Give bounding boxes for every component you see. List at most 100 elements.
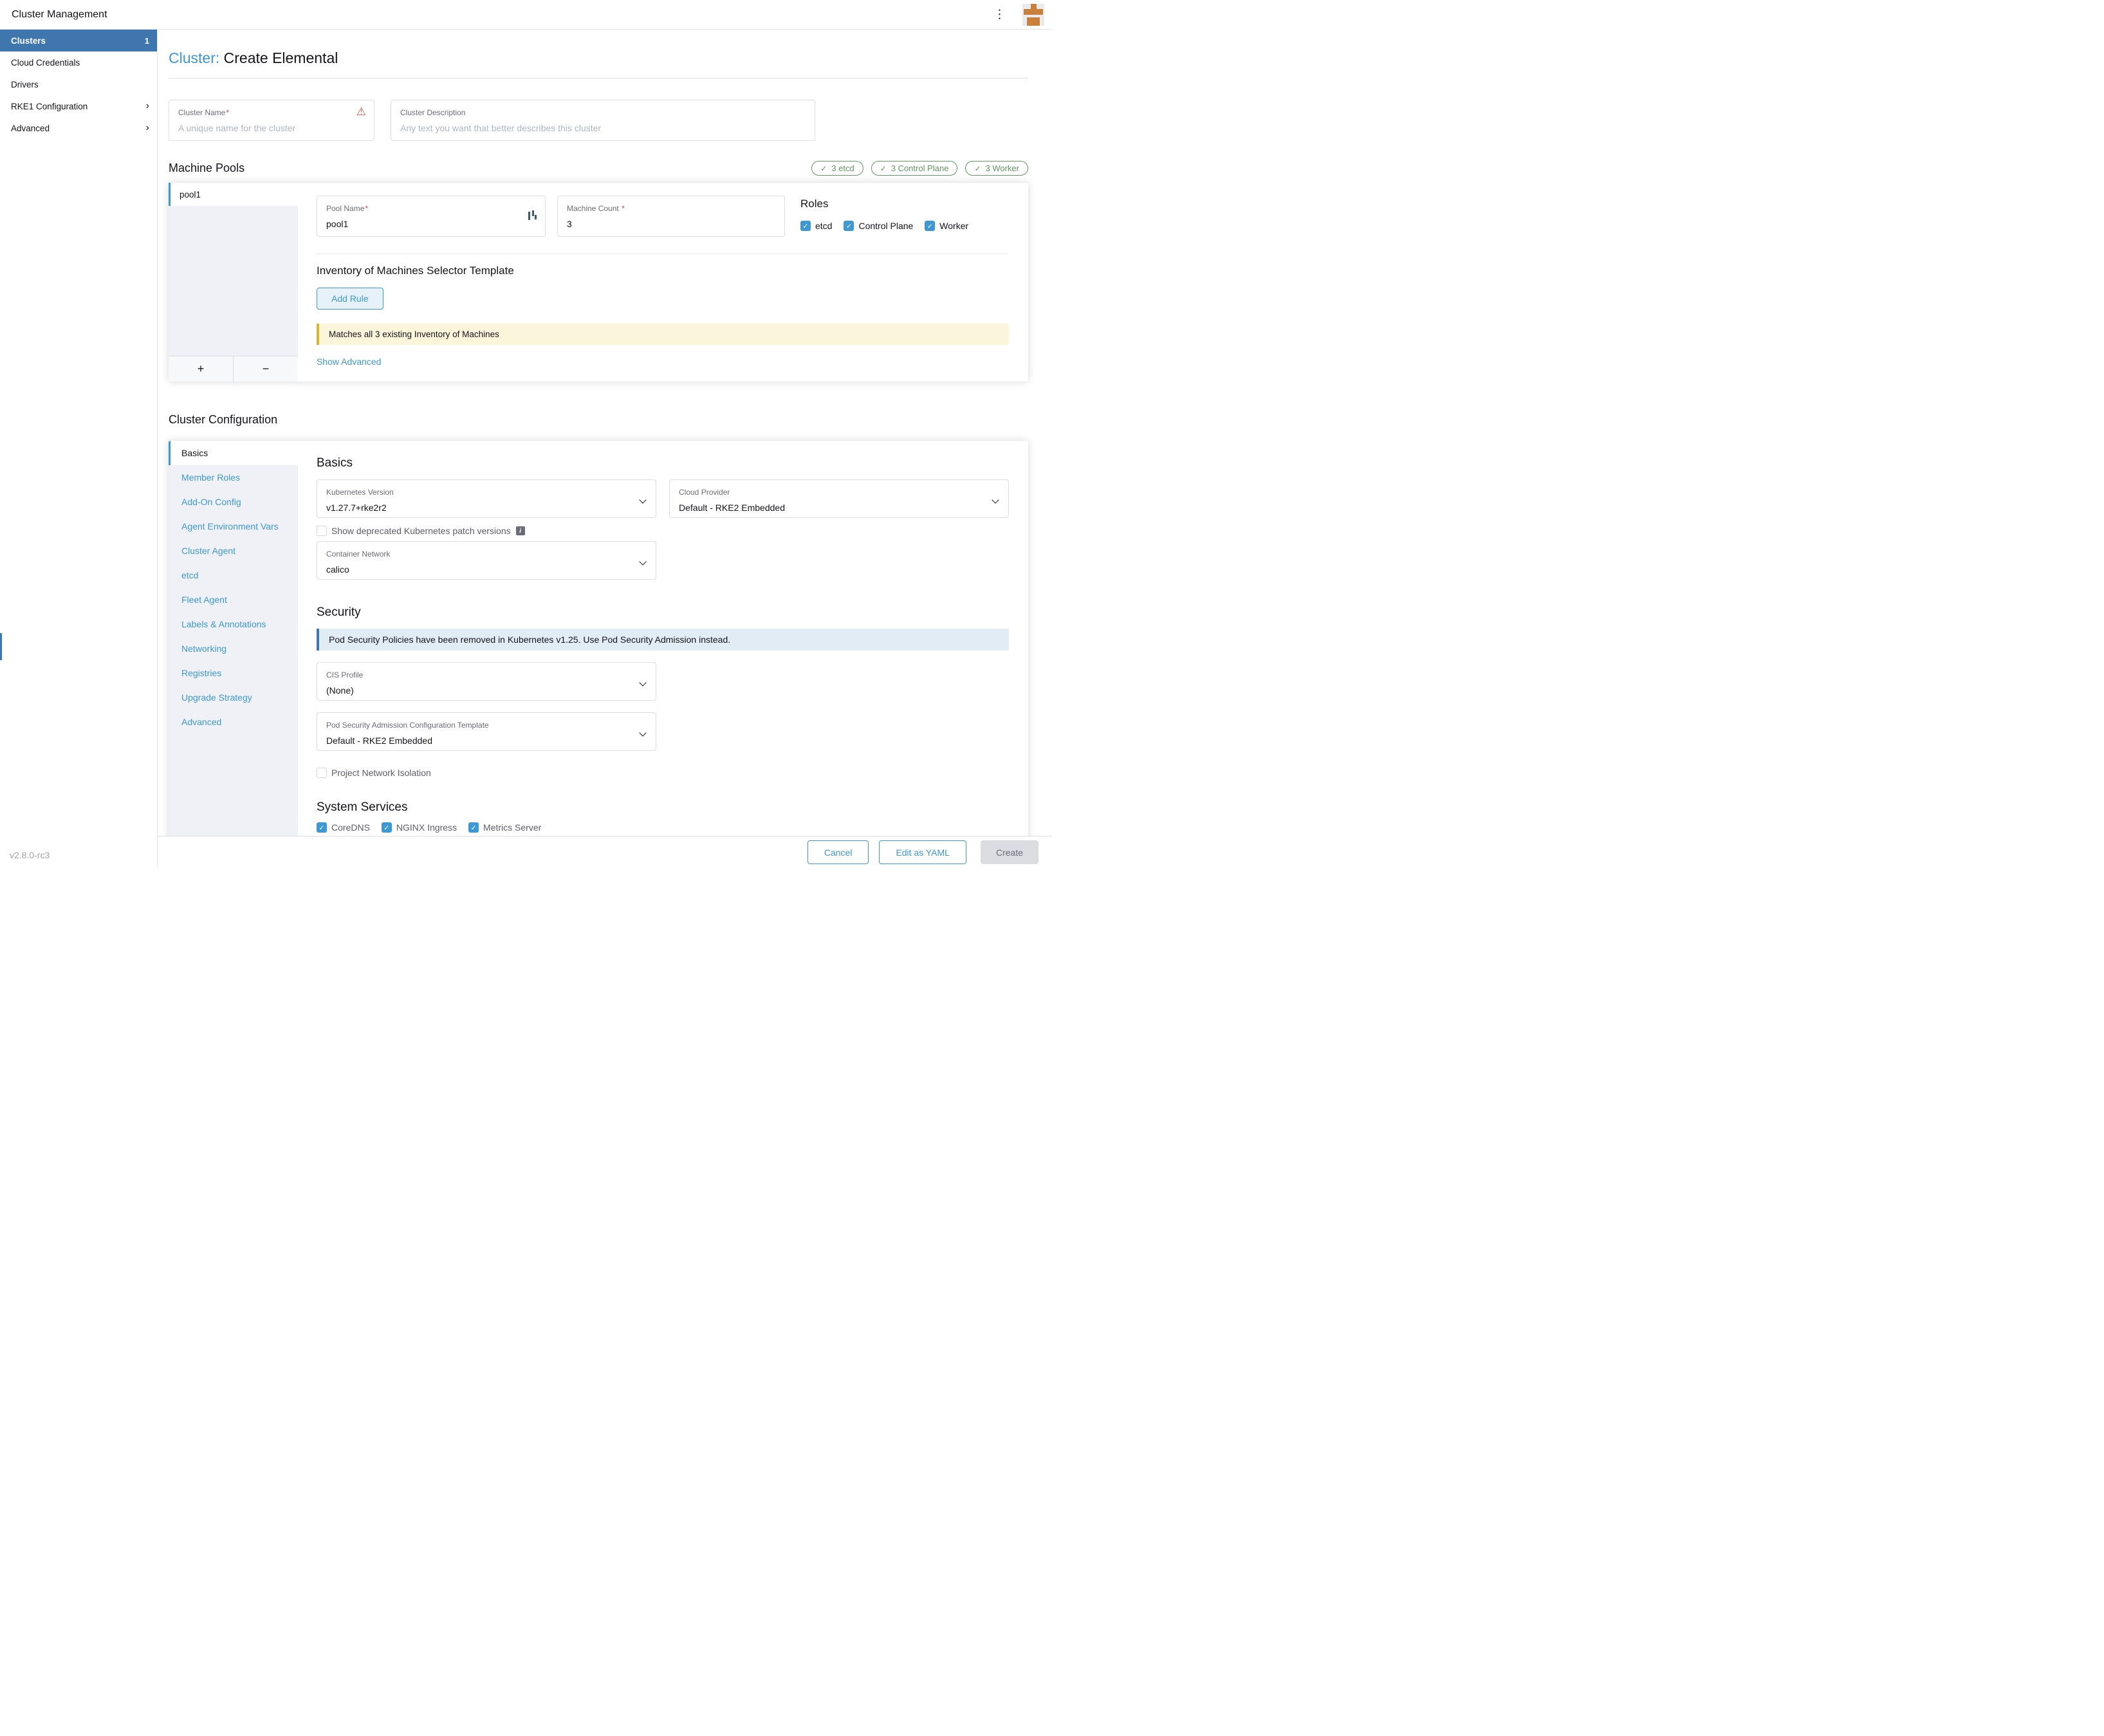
- top-header: Cluster Management ⋮: [0, 0, 1052, 30]
- cis-profile-label: CIS Profile: [326, 670, 363, 679]
- sidebar-item-clusters[interactable]: Clusters 1: [0, 30, 157, 51]
- kebab-menu-icon[interactable]: ⋮: [990, 6, 1010, 23]
- sidebar-item-label: RKE1 Configuration: [11, 102, 88, 111]
- config-nav-add-on-config[interactable]: Add-On Config: [169, 490, 298, 514]
- config-nav-networking[interactable]: Networking: [169, 636, 298, 661]
- roles-section: Roles ✓ etcd ✓ Control Plane: [800, 196, 968, 231]
- config-nav-upgrade-strategy[interactable]: Upgrade Strategy: [169, 685, 298, 710]
- create-button[interactable]: Create: [981, 840, 1038, 864]
- pool-tab-actions: + −: [169, 356, 298, 382]
- cis-profile-select[interactable]: CIS Profile (None): [317, 662, 656, 701]
- selector-match-banner: Matches all 3 existing Inventory of Mach…: [317, 324, 1009, 345]
- cluster-name-field[interactable]: Cluster Name* ⚠: [169, 100, 374, 141]
- avatar-icon[interactable]: [1022, 4, 1044, 26]
- required-asterisk: *: [365, 204, 368, 213]
- config-nav-basics[interactable]: Basics: [169, 441, 298, 465]
- role-checkbox-control-plane[interactable]: ✓ Control Plane: [844, 221, 913, 231]
- config-nav-labels-annotations[interactable]: Labels & Annotations: [169, 612, 298, 636]
- cluster-configuration-card: Basics Member Roles Add-On Config Agent …: [169, 441, 1028, 836]
- app-root: Cluster Management ⋮ Clusters 1 Cloud Cr…: [0, 0, 1052, 868]
- container-network-label: Container Network: [326, 549, 390, 559]
- sidebar-item-drivers[interactable]: Drivers: [0, 73, 157, 95]
- psa-template-value: Default - RKE2 Embedded: [326, 735, 647, 746]
- container-network-row: Container Network calico: [317, 541, 1009, 580]
- role-checkbox-worker[interactable]: ✓ Worker: [925, 221, 968, 231]
- main-area: Cluster: Create Elemental Cluster Name* …: [158, 30, 1052, 868]
- cluster-configuration-heading: Cluster Configuration: [169, 413, 1028, 427]
- config-nav-registries[interactable]: Registries: [169, 661, 298, 685]
- checkbox-checked-icon: ✓: [468, 822, 479, 833]
- config-nav-fleet-agent[interactable]: Fleet Agent: [169, 587, 298, 612]
- security-heading: Security: [317, 605, 1009, 620]
- config-nav-cluster-agent[interactable]: Cluster Agent: [169, 539, 298, 563]
- main-scroll[interactable]: Cluster: Create Elemental Cluster Name* …: [158, 30, 1052, 836]
- required-asterisk: *: [226, 108, 229, 117]
- config-nav-etcd[interactable]: etcd: [169, 563, 298, 587]
- header-actions: ⋮: [990, 4, 1044, 26]
- pool-fields-row: Pool Name*: [317, 196, 1009, 237]
- metrics-server-checkbox[interactable]: ✓ Metrics Server: [468, 822, 541, 833]
- cis-profile-row: CIS Profile (None): [317, 662, 1009, 701]
- sidebar-item-label: Cloud Credentials: [11, 58, 80, 68]
- psa-template-select[interactable]: Pod Security Admission Configuration Tem…: [317, 712, 656, 751]
- checkbox-unchecked-icon: [317, 768, 327, 778]
- cancel-button[interactable]: Cancel: [807, 840, 869, 864]
- machine-pools-header: Machine Pools ✓ 3 etcd ✓ 3 Control Plane…: [169, 161, 1028, 176]
- page-title-prefix: Cluster:: [169, 50, 219, 66]
- project-network-isolation-checkbox[interactable]: Project Network Isolation: [317, 768, 431, 778]
- selector-template-heading: Inventory of Machines Selector Template: [317, 264, 1009, 277]
- machine-count-input[interactable]: [567, 219, 765, 229]
- sidebar-item-rke1-configuration[interactable]: RKE1 Configuration ›: [0, 95, 157, 117]
- check-icon: ✓: [880, 164, 887, 173]
- system-services-heading: System Services: [317, 800, 1009, 815]
- role-checkbox-etcd[interactable]: ✓ etcd: [800, 221, 832, 231]
- cloud-provider-select[interactable]: Cloud Provider Default - RKE2 Embedded: [669, 479, 1009, 518]
- pool-name-input[interactable]: [326, 219, 526, 229]
- info-tooltip-icon[interactable]: i: [516, 526, 525, 535]
- cluster-description-field[interactable]: Cluster Description: [391, 100, 815, 141]
- worker-count-badge: ✓ 3 Worker: [965, 161, 1028, 176]
- show-deprecated-checkbox[interactable]: Show deprecated Kubernetes patch version…: [317, 526, 511, 536]
- action-bar: Cancel Edit as YAML Create: [158, 836, 1052, 868]
- config-nav-agent-environment-vars[interactable]: Agent Environment Vars: [169, 514, 298, 539]
- kubernetes-version-label: Kubernetes Version: [326, 488, 394, 497]
- sidebar-item-label: Advanced: [11, 124, 50, 133]
- config-nav-advanced[interactable]: Advanced: [169, 710, 298, 734]
- sidebar-item-cloud-credentials[interactable]: Cloud Credentials: [0, 51, 157, 73]
- pod-security-banner: Pod Security Policies have been removed …: [317, 629, 1009, 651]
- remove-pool-button[interactable]: −: [234, 356, 298, 382]
- add-pool-button[interactable]: +: [169, 356, 234, 382]
- sidebar-item-advanced[interactable]: Advanced ›: [0, 117, 157, 139]
- machine-count-label: Machine Count *: [567, 204, 625, 213]
- nginx-ingress-checkbox[interactable]: ✓ NGINX Ingress: [382, 822, 457, 833]
- coredns-checkbox[interactable]: ✓ CoreDNS: [317, 822, 370, 833]
- basics-heading: Basics: [317, 456, 1009, 470]
- container-network-select[interactable]: Container Network calico: [317, 541, 656, 580]
- randomize-bars-icon[interactable]: [528, 210, 537, 221]
- edit-as-yaml-button[interactable]: Edit as YAML: [879, 840, 966, 864]
- pool-tab-pool1[interactable]: pool1: [169, 183, 298, 206]
- check-icon: ✓: [974, 164, 981, 173]
- pool-detail-panel: Pool Name*: [298, 183, 1028, 382]
- cluster-name-input[interactable]: [178, 123, 356, 133]
- pool-name-field[interactable]: Pool Name*: [317, 196, 546, 237]
- config-nav: Basics Member Roles Add-On Config Agent …: [169, 441, 298, 836]
- roles-heading: Roles: [800, 198, 968, 210]
- config-nav-member-roles[interactable]: Member Roles: [169, 465, 298, 490]
- system-services-options: ✓ CoreDNS ✓ NGINX Ingress ✓ Metrics Serv…: [317, 822, 1009, 833]
- checkbox-unchecked-icon: [317, 526, 327, 536]
- psa-template-label: Pod Security Admission Configuration Tem…: [326, 721, 489, 730]
- show-advanced-link[interactable]: Show Advanced: [317, 356, 381, 367]
- add-rule-button[interactable]: Add Rule: [317, 288, 383, 309]
- control-plane-count-badge: ✓ 3 Control Plane: [871, 161, 958, 176]
- clusters-count-badge: 1: [145, 36, 149, 46]
- warning-icon: ⚠: [356, 106, 366, 118]
- checkbox-checked-icon: ✓: [800, 221, 811, 231]
- checkbox-checked-icon: ✓: [925, 221, 935, 231]
- kubernetes-version-select[interactable]: Kubernetes Version v1.27.7+rke2r2: [317, 479, 656, 518]
- sidebar-item-label: Clusters: [11, 36, 46, 46]
- page-title-name: Create Elemental: [224, 50, 338, 66]
- machine-pools-heading: Machine Pools: [169, 162, 245, 175]
- machine-count-field[interactable]: Machine Count *: [557, 196, 785, 237]
- cluster-description-input[interactable]: [400, 123, 786, 133]
